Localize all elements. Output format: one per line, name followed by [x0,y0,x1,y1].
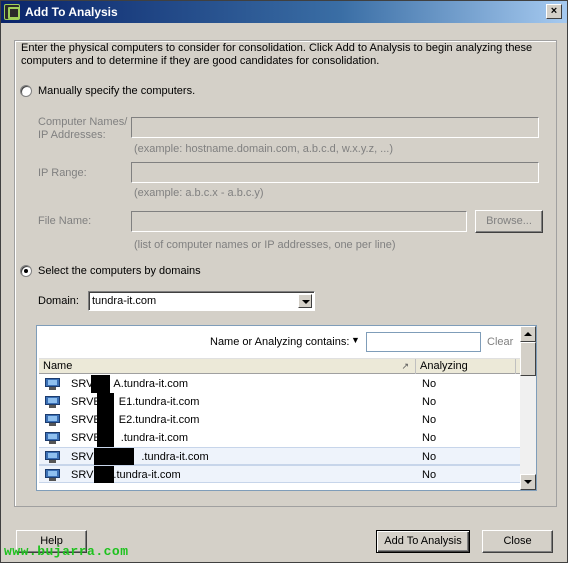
row-name: SRV .tundra-it.com [71,469,181,481]
redaction-bar [97,429,114,447]
filter-dropdown-icon[interactable]: ▼ [351,335,360,345]
computer-icon [45,414,60,426]
manual-radio-label: Manually specify the computers. [38,85,196,97]
list-header: Name ↗ Analyzing [39,358,520,374]
intro-text: Enter the physical computers to consider… [21,42,533,67]
row-name: SRVC .tundra-it.com [71,451,209,463]
redaction-bar [94,448,134,465]
add-to-analysis-dialog: Add To Analysis × Enter the physical com… [0,0,568,563]
column-name-label: Name [43,360,73,372]
file-name-hint: (list of computer names or IP addresses,… [134,239,396,251]
table-row[interactable]: SRV A.tundra-it.com No [39,375,520,393]
scroll-thumb[interactable] [520,342,536,376]
redaction-bar [94,466,114,483]
manual-radio[interactable] [20,85,32,97]
close-button[interactable]: Close [482,530,553,553]
computer-icon [45,451,60,463]
row-name: SRVE .tundra-it.com [71,432,189,444]
ip-range-input[interactable] [131,162,539,183]
domain-select-value: tundra-it.com [92,295,157,307]
watermark: www.bujarra.com [4,544,129,559]
computer-icon [45,469,60,481]
row-analyzing: No [422,432,437,444]
table-row[interactable]: SRVC .tundra-it.com No [39,447,520,465]
sort-icon: ↗ [401,361,409,371]
domain-select[interactable]: tundra-it.com [88,291,315,311]
computer-names-hint: (example: hostname.domain.com, a.b.c.d, … [134,143,394,155]
ip-range-label: IP Range: [38,167,87,179]
ip-range-hint: (example: a.b.c.x - a.b.c.y) [134,187,264,199]
list-scrollbar[interactable] [520,326,536,490]
row-analyzing: No [422,396,437,408]
table-row[interactable]: SRV .tundra-it.com No [39,465,520,483]
column-analyzing-label: Analyzing [420,360,468,372]
row-analyzing: No [422,451,437,463]
redaction-bar [91,375,110,393]
filter-input[interactable] [366,332,481,352]
redaction-bar [97,411,114,429]
computer-names-input[interactable] [131,117,539,138]
add-button-label: Add To Analysis [384,535,462,547]
vmware-app-icon [4,4,20,20]
computer-icon [45,396,60,408]
row-analyzing: No [422,414,437,426]
close-button-label: Close [503,535,532,547]
computer-names-label: Computer Names/ IP Addresses: [38,116,128,141]
computer-list: Name or Analyzing contains: ▼ Clear Name… [36,325,537,491]
column-header-name[interactable]: Name ↗ [39,359,416,374]
window-title: Add To Analysis [25,5,118,19]
file-name-input[interactable] [131,211,467,232]
domain-label: Domain: [38,295,79,307]
domains-radio-label: Select the computers by domains [38,265,201,277]
row-analyzing: No [422,469,437,481]
row-analyzing: No [422,378,437,390]
row-name: SRVE E1.tundra-it.com [71,396,200,408]
chevron-down-icon[interactable] [298,294,312,308]
row-name: SRV A.tundra-it.com [71,378,189,390]
table-row[interactable]: SRVE .tundra-it.com No [39,429,520,447]
clear-filter-link[interactable]: Clear [487,336,513,348]
title-bar[interactable]: Add To Analysis × [1,1,567,23]
close-window-button[interactable]: × [546,4,562,19]
add-to-analysis-button[interactable]: Add To Analysis [376,530,470,553]
domains-radio[interactable] [20,265,32,277]
computer-icon [45,432,60,444]
computer-icon [45,378,60,390]
table-row[interactable]: SRVE E2.tundra-it.com No [39,411,520,429]
scroll-up-icon[interactable] [520,326,536,342]
redaction-bar [97,393,114,411]
row-name: SRVE E2.tundra-it.com [71,414,200,426]
column-header-analyzing[interactable]: Analyzing [416,359,516,374]
file-name-label: File Name: [38,215,92,227]
scroll-down-icon[interactable] [520,474,536,490]
browse-button[interactable]: Browse... [475,210,543,233]
filter-label: Name or Analyzing contains: [210,336,350,348]
table-row[interactable]: SRVE E1.tundra-it.com No [39,393,520,411]
